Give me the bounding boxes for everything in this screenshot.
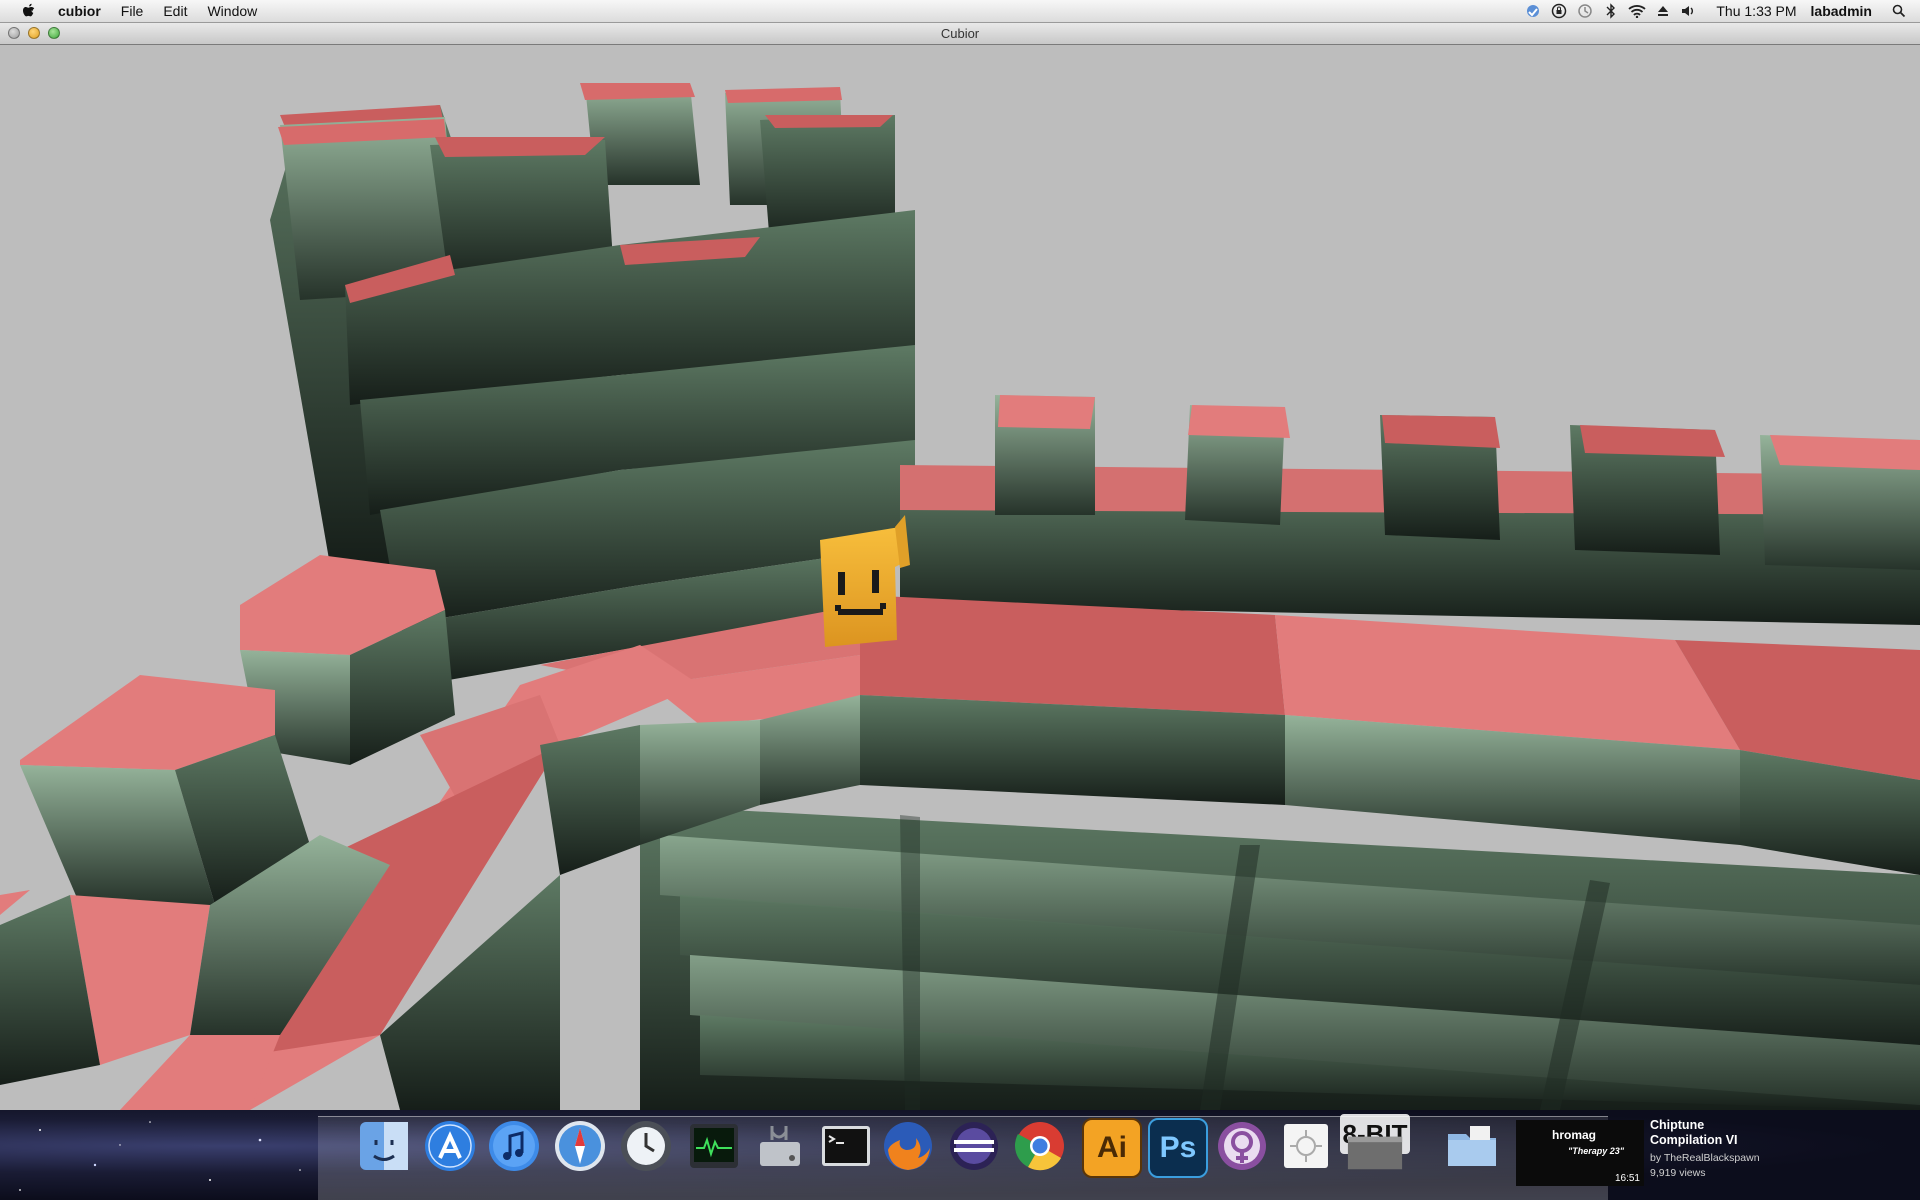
spotlight-search-icon[interactable] bbox=[1888, 2, 1910, 20]
eject-icon[interactable] bbox=[1652, 2, 1674, 20]
menu-bar: cubior File Edit Window Thu 1:33 PM laba… bbox=[0, 0, 1920, 23]
minimized-window-icon[interactable] bbox=[1344, 1134, 1406, 1172]
sync-icon[interactable] bbox=[1522, 2, 1544, 20]
illustrator-icon[interactable]: Ai bbox=[1082, 1118, 1142, 1178]
menu-window[interactable]: Window bbox=[197, 0, 267, 22]
app-menu-cubior[interactable]: cubior bbox=[48, 0, 111, 22]
photoshop-icon[interactable]: Ps bbox=[1148, 1118, 1208, 1178]
video-views: 9,919 views bbox=[1650, 1167, 1706, 1179]
player-eye-left bbox=[838, 572, 845, 595]
menu-edit[interactable]: Edit bbox=[153, 0, 197, 22]
finder-icon[interactable] bbox=[356, 1118, 412, 1174]
video-thumb-subtitle: "Therapy 23" bbox=[1568, 1146, 1625, 1156]
time-machine-dock-icon[interactable] bbox=[618, 1118, 674, 1174]
time-machine-icon[interactable] bbox=[1574, 2, 1596, 20]
itunes-icon[interactable] bbox=[486, 1118, 542, 1174]
video-author[interactable]: by TheRealBlackspawn bbox=[1650, 1152, 1910, 1164]
video-info[interactable]: Chiptune Compilation VI by TheRealBlacks… bbox=[1650, 1118, 1910, 1179]
apple-menu-icon[interactable] bbox=[20, 3, 38, 19]
terraced-pit bbox=[640, 805, 1920, 1110]
status-area: Thu 1:33 PM labadmin bbox=[1520, 0, 1920, 22]
eclipse-icon[interactable] bbox=[946, 1118, 1002, 1174]
chrome-icon[interactable] bbox=[1012, 1118, 1068, 1174]
folder-icon[interactable] bbox=[1444, 1118, 1500, 1174]
game-viewport[interactable] bbox=[0, 45, 1920, 1110]
video-duration: 16:51 bbox=[1614, 1173, 1640, 1184]
window-title: Cubior bbox=[940, 26, 980, 41]
terminal-icon[interactable] bbox=[818, 1118, 874, 1174]
player-eye-right bbox=[872, 570, 879, 593]
purple-app-icon[interactable] bbox=[1214, 1118, 1270, 1174]
menu-file[interactable]: File bbox=[111, 0, 154, 22]
menu-clock[interactable]: Thu 1:33 PM bbox=[1702, 3, 1806, 19]
bluetooth-icon[interactable] bbox=[1600, 2, 1622, 20]
video-thumb-title: hromag bbox=[1552, 1128, 1597, 1142]
firefox-icon[interactable] bbox=[880, 1118, 936, 1174]
lock-icon[interactable] bbox=[1548, 2, 1570, 20]
menu-user[interactable]: labadmin bbox=[1807, 3, 1886, 19]
preview-icon[interactable] bbox=[1278, 1118, 1334, 1174]
activity-monitor-icon[interactable] bbox=[686, 1118, 742, 1174]
safari-icon[interactable] bbox=[552, 1118, 608, 1174]
volume-icon[interactable] bbox=[1678, 2, 1700, 20]
battlement-wall-right bbox=[900, 395, 1920, 625]
game-scene bbox=[0, 83, 1920, 1110]
wifi-icon[interactable] bbox=[1626, 2, 1648, 20]
disk-utility-icon[interactable] bbox=[752, 1118, 808, 1174]
player-mouth bbox=[838, 609, 883, 615]
app-store-icon[interactable] bbox=[422, 1118, 478, 1174]
video-title[interactable]: Chiptune Compilation VI bbox=[1650, 1118, 1770, 1148]
window-title-bar[interactable]: Cubior bbox=[0, 23, 1920, 45]
video-thumbnail[interactable]: hromag "Therapy 23" 16:51 bbox=[1516, 1120, 1644, 1186]
